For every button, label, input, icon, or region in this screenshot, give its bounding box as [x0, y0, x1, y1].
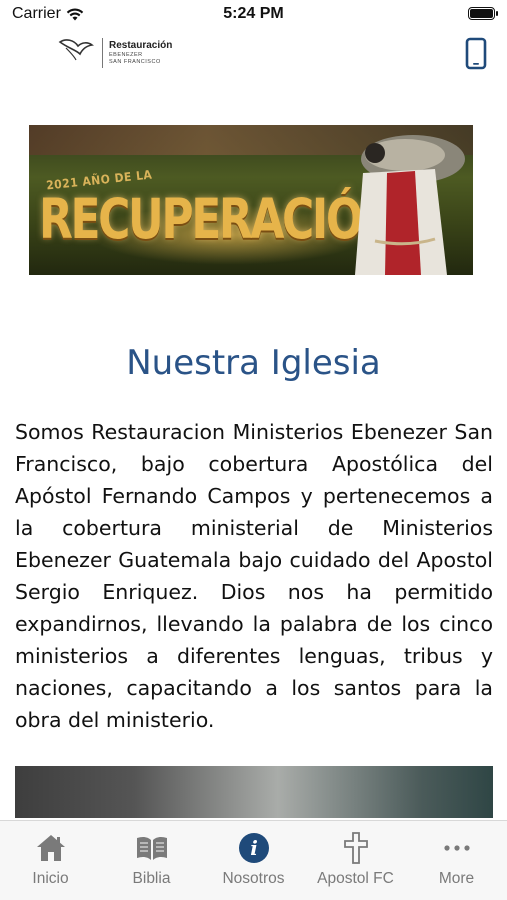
content-image: [15, 766, 493, 818]
more-icon: [440, 831, 474, 865]
banner-image: 2021 AÑO DE LA RECUPERACIÓN: [29, 125, 473, 275]
tab-nosotros[interactable]: i Nosotros: [203, 821, 304, 900]
tab-bar: Inicio Biblia i Nosotros Apostol FC More: [0, 820, 507, 900]
status-bar: Carrier 5:24 PM: [0, 0, 507, 30]
book-icon: [135, 831, 169, 865]
tab-label-biblia: Biblia: [132, 870, 171, 887]
tab-biblia[interactable]: Biblia: [101, 821, 202, 900]
app-header: Restauración EBENEZER SAN FRANCISCO: [0, 30, 507, 78]
logo: Restauración EBENEZER SAN FRANCISCO: [56, 36, 172, 70]
logo-text: Restauración EBENEZER SAN FRANCISCO: [109, 39, 173, 66]
logo-mark: [56, 36, 96, 70]
tab-inicio[interactable]: Inicio: [0, 821, 101, 900]
phone-button[interactable]: [465, 37, 487, 70]
tab-more[interactable]: More: [406, 821, 507, 900]
shepherd-figure: [355, 135, 465, 275]
tab-label-nosotros: Nosotros: [222, 870, 285, 887]
info-icon: i: [237, 831, 271, 865]
home-icon: [34, 831, 68, 865]
svg-text:i: i: [250, 836, 258, 860]
logo-subtitle-1: EBENEZER: [109, 51, 143, 58]
logo-subtitle-2: SAN FRANCISCO: [109, 59, 161, 65]
phone-icon: [465, 37, 487, 70]
logo-title: Restauración: [109, 39, 173, 51]
tab-label-more: More: [438, 870, 475, 887]
clock: 5:24 PM: [223, 5, 284, 22]
cross-icon: [339, 831, 373, 865]
tab-apostol-fc[interactable]: Apostol FC: [305, 821, 406, 900]
section-title: Nuestra Iglesia: [126, 343, 381, 383]
tab-label-inicio: Inicio: [32, 870, 69, 887]
section-body: Somos Restauracion Ministerios Ebenezer …: [15, 420, 493, 732]
tab-label-apostol-fc: Apostol FC: [317, 870, 394, 887]
battery-icon: [468, 7, 498, 20]
battery-fill: [470, 9, 493, 18]
logo-divider: [102, 38, 103, 68]
